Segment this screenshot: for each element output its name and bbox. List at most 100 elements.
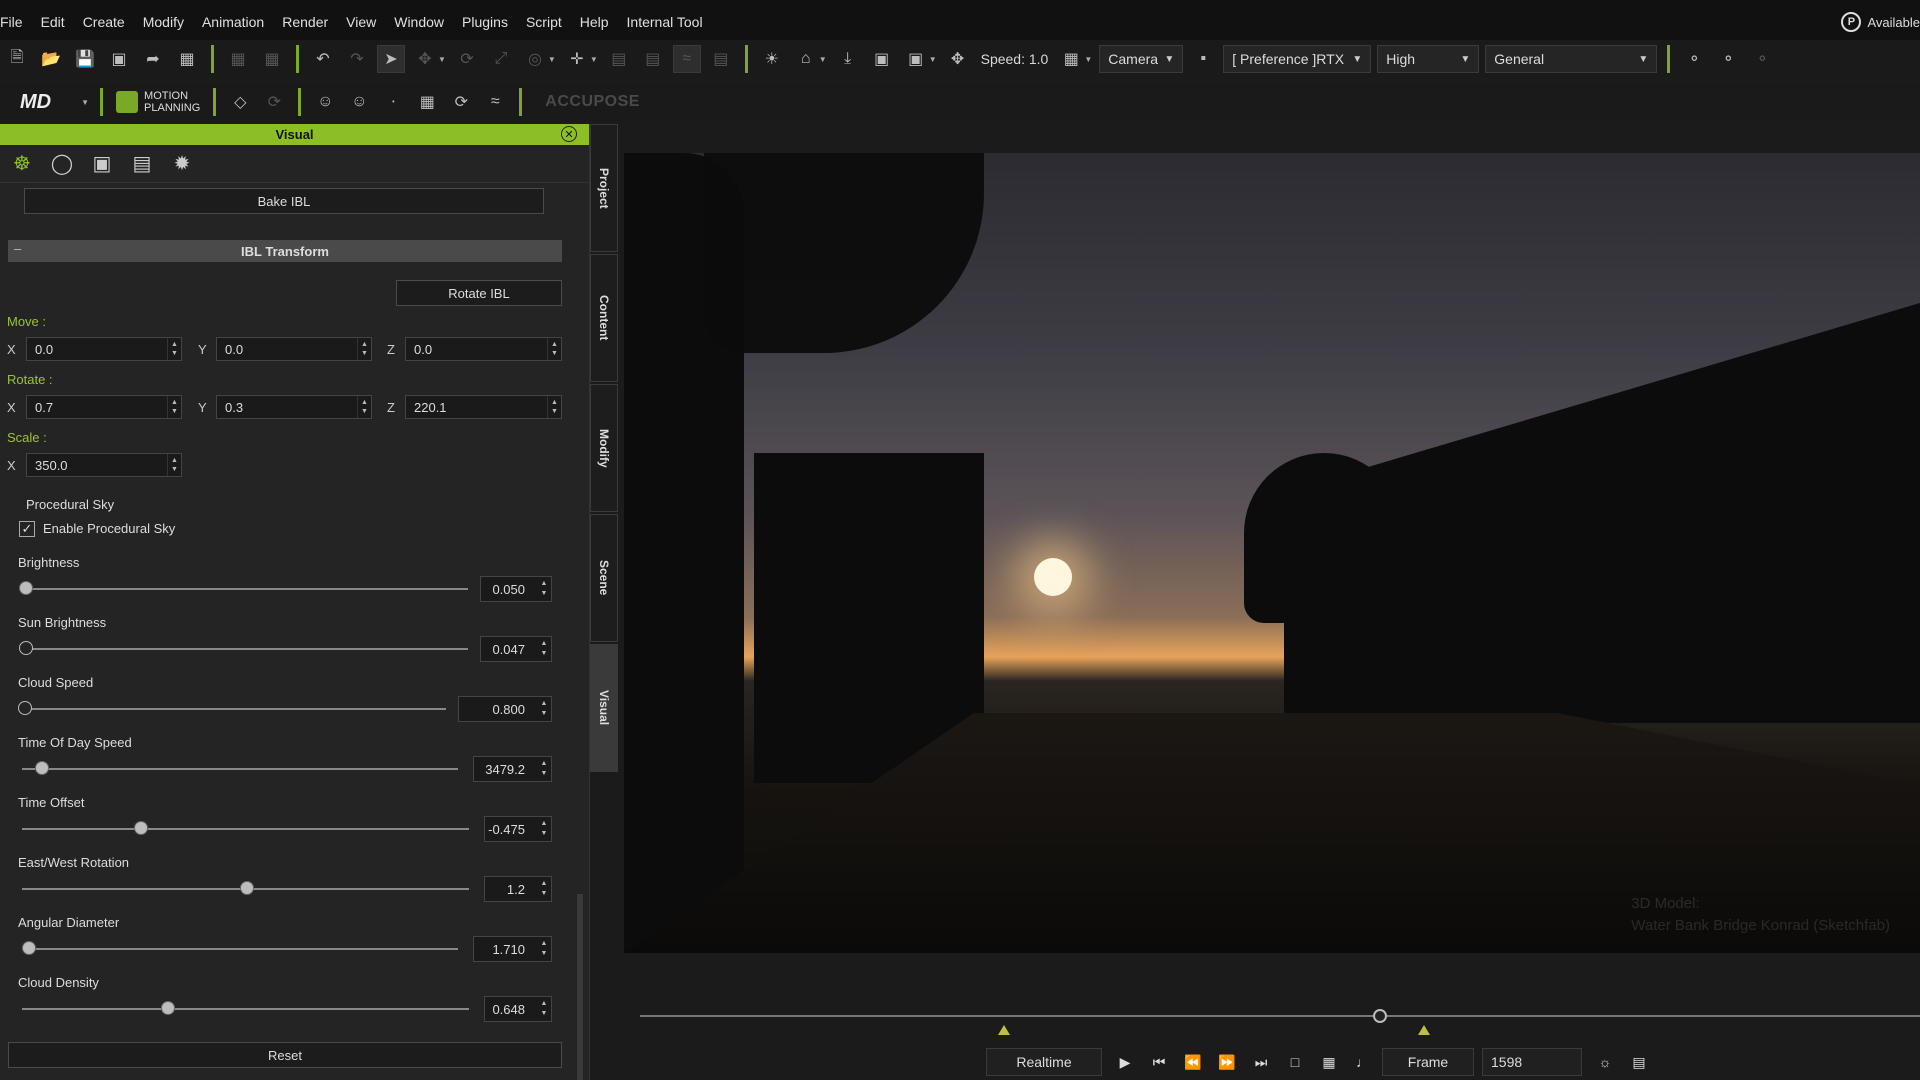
timeline-track[interactable]	[640, 1015, 1920, 1017]
settings-sun-icon[interactable]: ☼	[1590, 1048, 1620, 1076]
angular-diameter-slider-track[interactable]	[22, 948, 458, 950]
select-arrow-icon[interactable]: ➤	[377, 45, 405, 73]
menu-plugins[interactable]: Plugins	[453, 14, 517, 30]
camera-dropdown[interactable]: Camera ▼	[1099, 45, 1184, 73]
rotate-x-field[interactable]: 0.7 ▲ ▼	[26, 395, 182, 419]
brightness-value-field[interactable]: 0.050 ▲ ▼	[480, 576, 552, 602]
rotate-z-field[interactable]: 220.1 ▲ ▼	[405, 395, 562, 419]
east-west-rotation-slider-thumb[interactable]	[240, 881, 254, 895]
spinner-arrows-icon[interactable]: ▲ ▼	[537, 637, 551, 661]
rotate-ibl-button[interactable]: Rotate IBL	[396, 280, 562, 306]
move-x-field[interactable]: 0.0 ▲ ▼	[26, 337, 182, 361]
move-y-field[interactable]: 0.0 ▲ ▼	[216, 337, 372, 361]
reset-pose-icon[interactable]: ⟳	[260, 88, 288, 116]
distribute-icon[interactable]: ▤	[639, 45, 667, 73]
mode-dropdown[interactable]: General ▼	[1485, 45, 1658, 73]
cloud-speed-slider-track[interactable]	[22, 708, 446, 710]
layers-tab-icon[interactable]: ▤	[122, 147, 162, 181]
grid-icon[interactable]: ▦	[413, 88, 441, 116]
spinner-arrows-icon[interactable]: ▲ ▼	[537, 757, 551, 781]
skip-to-end-icon[interactable]: ⏭	[1246, 1048, 1276, 1076]
angular-diameter-value-field[interactable]: 1.710 ▲ ▼	[473, 936, 552, 962]
timeline-panel-icon[interactable]: ▤	[1624, 1048, 1654, 1076]
timeline-playhead[interactable]	[1373, 1009, 1387, 1023]
east-west-rotation-value-field[interactable]: 1.2 ▲ ▼	[484, 876, 552, 902]
motion-layer-icon[interactable]: ≈	[481, 88, 509, 116]
image-tab-icon[interactable]: ▣	[82, 147, 122, 181]
open-folder-icon[interactable]: 📂	[37, 45, 65, 73]
new-file-icon[interactable]: 🗎	[3, 45, 31, 73]
spinner-arrows-icon[interactable]: ▲ ▼	[537, 877, 551, 901]
realtime-dropdown[interactable]: Realtime	[986, 1048, 1102, 1076]
brightness-slider-track[interactable]	[22, 588, 468, 590]
move-z-field[interactable]: 0.0 ▲ ▼	[405, 337, 562, 361]
time-offset-slider-track[interactable]	[22, 828, 469, 830]
usd-export-icon[interactable]: ▦	[173, 45, 201, 73]
spinner-arrows-icon[interactable]: ▲ ▼	[537, 577, 551, 601]
previous-frame-icon[interactable]: ⏪	[1178, 1048, 1208, 1076]
spinner-arrows-icon[interactable]: ▲ ▼	[537, 937, 551, 961]
brightness-slider-thumb[interactable]	[19, 581, 33, 595]
menu-view[interactable]: View	[337, 14, 385, 30]
bake-ibl-button[interactable]: Bake IBL	[24, 188, 544, 214]
subtitle-icon[interactable]: ▦	[1314, 1048, 1344, 1076]
collapse-icon[interactable]: –	[14, 241, 21, 256]
loop-icon[interactable]: ⟳	[447, 88, 475, 116]
menu-script[interactable]: Script	[517, 14, 571, 30]
timeline-end-marker[interactable]	[1418, 1025, 1430, 1035]
spinner-arrows-icon[interactable]: ▲ ▼	[167, 396, 181, 418]
spinner-arrows-icon[interactable]: ▲ ▼	[547, 396, 561, 418]
align-icon[interactable]: ▤	[605, 45, 633, 73]
pivot-icon[interactable]: ◎	[521, 45, 549, 73]
path-icon[interactable]: ⋅	[379, 88, 407, 116]
chevron-down-icon[interactable]: ▼	[438, 55, 446, 64]
skip-to-start-icon[interactable]: ⏮	[1144, 1048, 1174, 1076]
spinner-arrows-icon[interactable]: ▲ ▼	[357, 338, 371, 360]
time-offset-slider-thumb[interactable]	[134, 821, 148, 835]
enable-procedural-sky-label[interactable]: Enable Procedural Sky	[43, 521, 175, 536]
crowd-group-icon[interactable]: ☺	[345, 88, 373, 116]
keyframe-icon[interactable]: ◇	[226, 88, 254, 116]
tab-content[interactable]: Content	[590, 254, 618, 382]
chevron-down-icon[interactable]: ▼	[548, 55, 556, 64]
music-note-icon[interactable]: ♩	[1348, 1048, 1378, 1076]
menu-create[interactable]: Create	[74, 14, 134, 30]
cloud-density-value-field[interactable]: 0.648 ▲ ▼	[484, 996, 552, 1022]
tab-project[interactable]: Project	[590, 124, 618, 252]
angular-diameter-slider-thumb[interactable]	[22, 941, 36, 955]
chevron-down-icon[interactable]: ▼	[590, 55, 598, 64]
cloud-density-slider-track[interactable]	[22, 1008, 469, 1010]
menu-render[interactable]: Render	[273, 14, 337, 30]
panel-scrollbar[interactable]	[577, 894, 583, 1080]
spinner-arrows-icon[interactable]: ▲ ▼	[357, 396, 371, 418]
home-icon[interactable]: ⌂	[792, 45, 820, 73]
menu-animation[interactable]: Animation	[193, 14, 273, 30]
enable-procedural-sky-checkbox[interactable]: ✓	[19, 521, 35, 537]
time-of-day-speed-value-field[interactable]: 3479.2 ▲ ▼	[473, 756, 552, 782]
scale-x-field[interactable]: 350.0 ▲ ▼	[26, 453, 182, 477]
tab-modify[interactable]: Modify	[590, 384, 618, 512]
spinner-arrows-icon[interactable]: ▲ ▼	[537, 697, 551, 721]
rotate-tool-icon[interactable]: ⟳	[453, 45, 481, 73]
video-camera-icon[interactable]: ▪	[1189, 45, 1217, 73]
motion-planning-button[interactable]: MOTION PLANNING	[116, 90, 200, 114]
snap-icon[interactable]: ✛	[563, 45, 591, 73]
fit-view-icon[interactable]: ▣	[902, 45, 930, 73]
render-preview-icon[interactable]: ▣	[105, 45, 133, 73]
pose-edit-icon[interactable]: ⚬	[1714, 45, 1742, 73]
scale-tool-icon[interactable]: ⤢	[487, 45, 515, 73]
spinner-arrows-icon[interactable]: ▲ ▼	[537, 997, 551, 1021]
spinner-arrows-icon[interactable]: ▲ ▼	[167, 454, 181, 476]
redo-icon[interactable]: ↷	[343, 45, 371, 73]
tab-visual[interactable]: Visual	[590, 644, 618, 772]
chevron-down-icon[interactable]: ▼	[819, 55, 827, 64]
time-of-day-speed-slider-thumb[interactable]	[35, 761, 49, 775]
pose-icon[interactable]: ⚬	[1680, 45, 1708, 73]
curve-icon[interactable]: ≈	[672, 45, 701, 73]
drop-to-floor-icon[interactable]: ⤓	[834, 45, 862, 73]
spinner-arrows-icon[interactable]: ▲ ▼	[537, 817, 551, 841]
close-icon[interactable]: ✕	[561, 126, 577, 142]
cloud-speed-value-field[interactable]: 0.800 ▲ ▼	[458, 696, 552, 722]
menu-file[interactable]: File	[0, 14, 32, 30]
calculator-icon[interactable]: ▦	[1057, 45, 1085, 73]
